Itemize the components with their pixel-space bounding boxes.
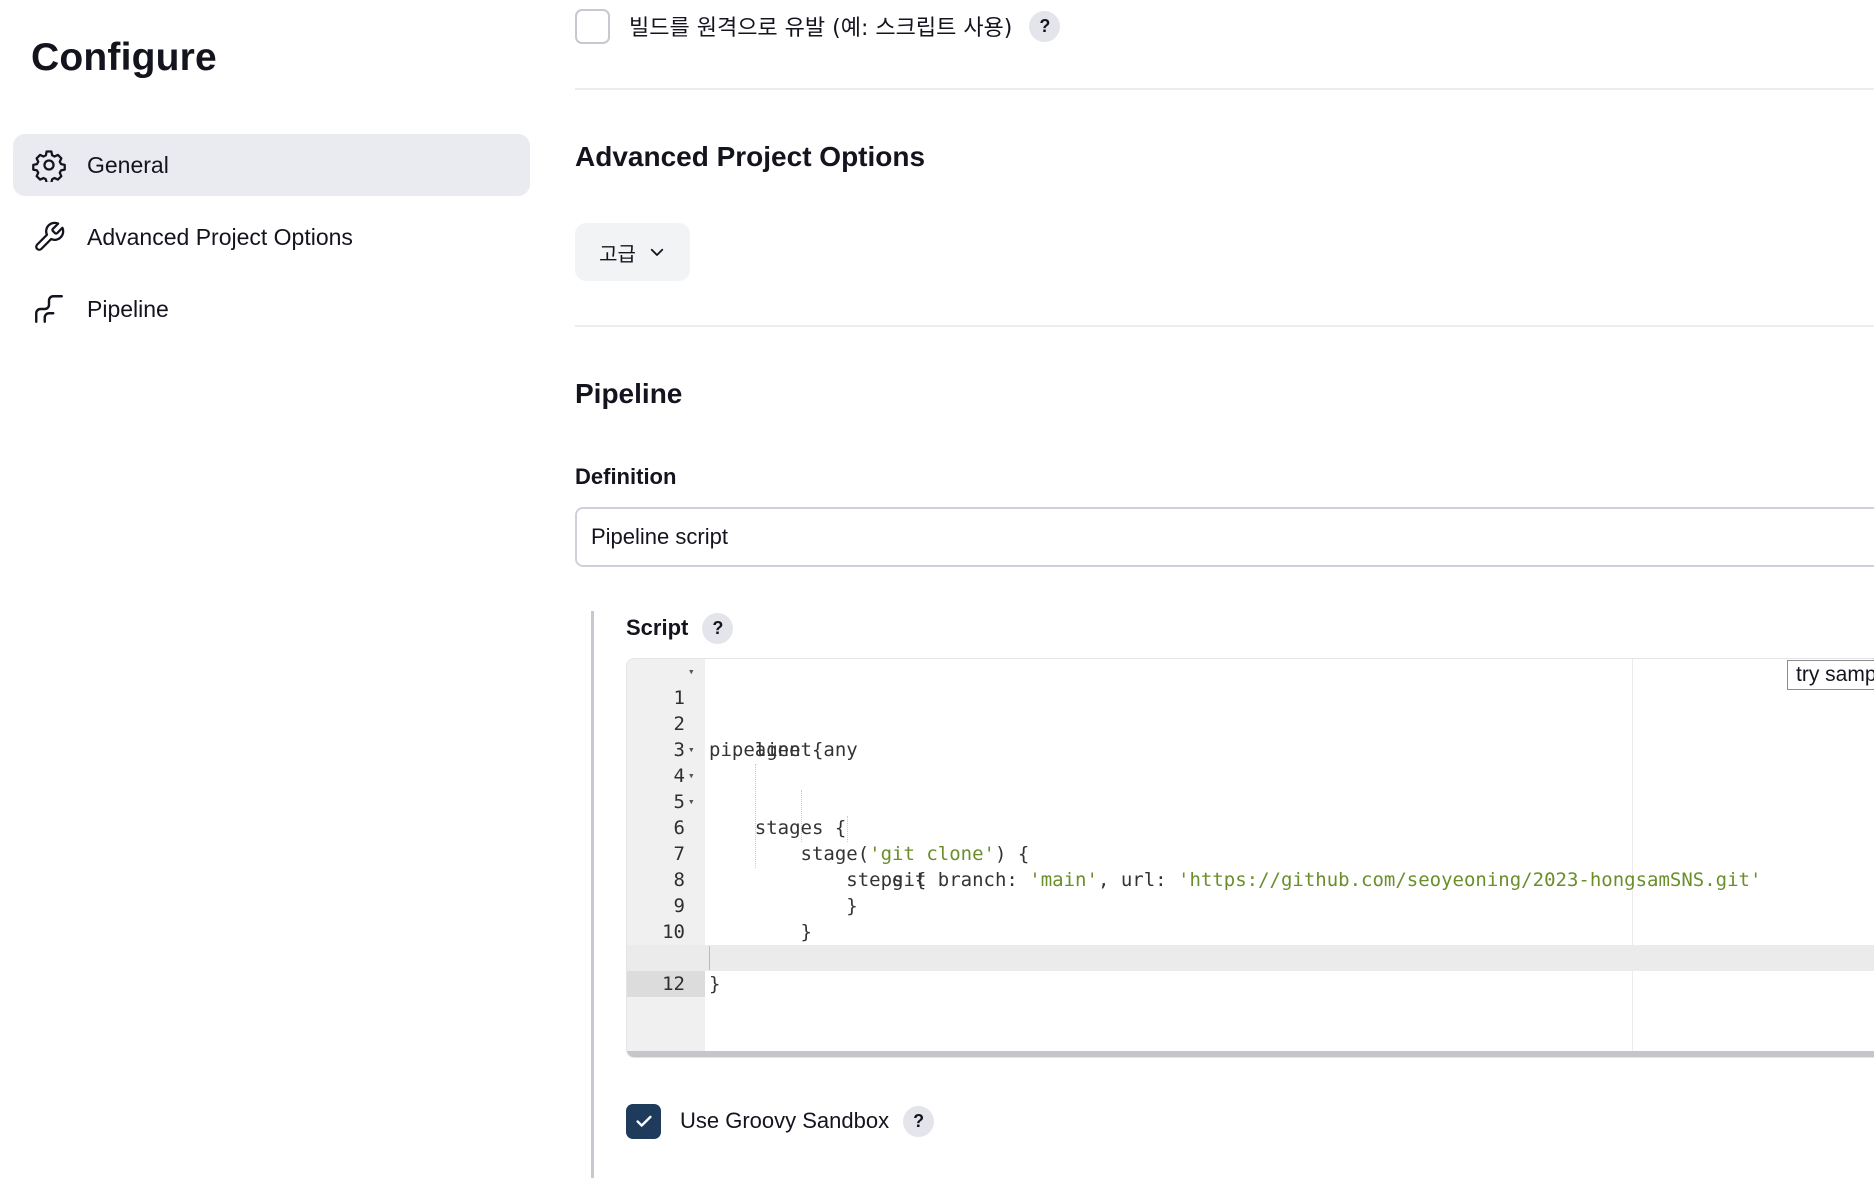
fold-arrow-icon[interactable]: ▾	[688, 659, 702, 685]
sidebar-item-label: Advanced Project Options	[87, 223, 353, 250]
definition-select[interactable]: Pipeline script	[575, 507, 1874, 567]
groovy-sandbox-label: Use Groovy Sandbox	[680, 1108, 890, 1133]
groovy-sandbox-row: Use Groovy Sandbox ?	[626, 1103, 935, 1139]
code-line: 5 ▾ stage('git clone') {	[627, 763, 1874, 865]
chevron-down-icon	[648, 243, 666, 261]
divider	[575, 88, 1874, 90]
code-line: 7 git branch: 'main', url: 'https://gith…	[627, 815, 1874, 891]
editor-horizontal-scrollbar[interactable]	[627, 1051, 1874, 1057]
divider	[575, 325, 1874, 327]
code-line: 8 }	[627, 841, 1874, 917]
script-label: Script	[626, 615, 689, 640]
help-icon[interactable]: ?	[903, 1105, 935, 1137]
remote-trigger-checkbox[interactable]	[575, 8, 610, 44]
section-title-pipeline: Pipeline	[575, 378, 683, 409]
code-line: 3	[627, 711, 1874, 761]
script-label-row: Script ?	[626, 611, 734, 645]
fold-arrow-icon[interactable]: ▾	[688, 789, 702, 815]
section-title-advanced: Advanced Project Options	[575, 141, 926, 172]
line-number: 12	[627, 971, 705, 997]
remote-trigger-row: 빌드를 원격으로 유발 (예: 스크립트 사용) ?	[575, 8, 1061, 44]
code-line: 4 ▾ stages {	[627, 737, 1874, 839]
code-line: 11 }	[627, 919, 1874, 995]
code-line: 10 }	[627, 893, 1874, 969]
definition-select-value: Pipeline script	[591, 524, 728, 549]
code-line-active: 12	[627, 945, 1874, 997]
sidebar-item-label: General	[87, 151, 169, 178]
code-line: 2 agent any	[627, 685, 1874, 761]
code-line: 6 ▾ steps {	[627, 789, 1874, 891]
checkmark-icon	[635, 1115, 652, 1127]
fold-arrow-icon[interactable]: ▾	[688, 737, 702, 763]
help-icon[interactable]: ?	[1029, 10, 1061, 42]
script-editor[interactable]: 1 ▾ pipeline { 2 agent any 3 4 ▾ stages …	[626, 658, 1874, 1058]
sidebar-item-advanced-project-options[interactable]: Advanced Project Options	[13, 206, 530, 268]
remote-trigger-label: 빌드를 원격으로 유발 (예: 스크립트 사용)	[629, 16, 1013, 41]
advanced-button[interactable]: 고급	[575, 223, 690, 281]
definition-label: Definition	[575, 464, 677, 489]
code-line: 1 ▾ pipeline {	[627, 659, 1874, 761]
try-sample-pipeline-select[interactable]: try sample P	[1787, 660, 1874, 690]
script-panel: Script ? 1 ▾ pipeline { 2 agent any 3 4 …	[591, 611, 1874, 1178]
wrench-icon	[31, 219, 67, 255]
fold-arrow-icon[interactable]: ▾	[688, 763, 702, 789]
groovy-sandbox-checkbox[interactable]	[626, 1103, 661, 1139]
sidebar-item-label: Pipeline	[87, 295, 169, 322]
pipeline-icon	[31, 291, 67, 327]
page-title: Configure	[31, 36, 217, 79]
help-icon[interactable]: ?	[702, 612, 734, 644]
main-content: 빌드를 원격으로 유발 (예: 스크립트 사용) ? Advanced Proj…	[575, 0, 1874, 1178]
code-line: 9 }	[627, 867, 1874, 943]
sidebar-item-general[interactable]: General	[13, 134, 530, 196]
gear-icon	[31, 147, 67, 183]
sidebar-item-pipeline[interactable]: Pipeline	[13, 278, 530, 340]
advanced-button-label: 고급	[599, 241, 636, 266]
sidebar: Configure General Advanced Project Optio…	[0, 0, 540, 1178]
text-cursor	[709, 946, 710, 970]
